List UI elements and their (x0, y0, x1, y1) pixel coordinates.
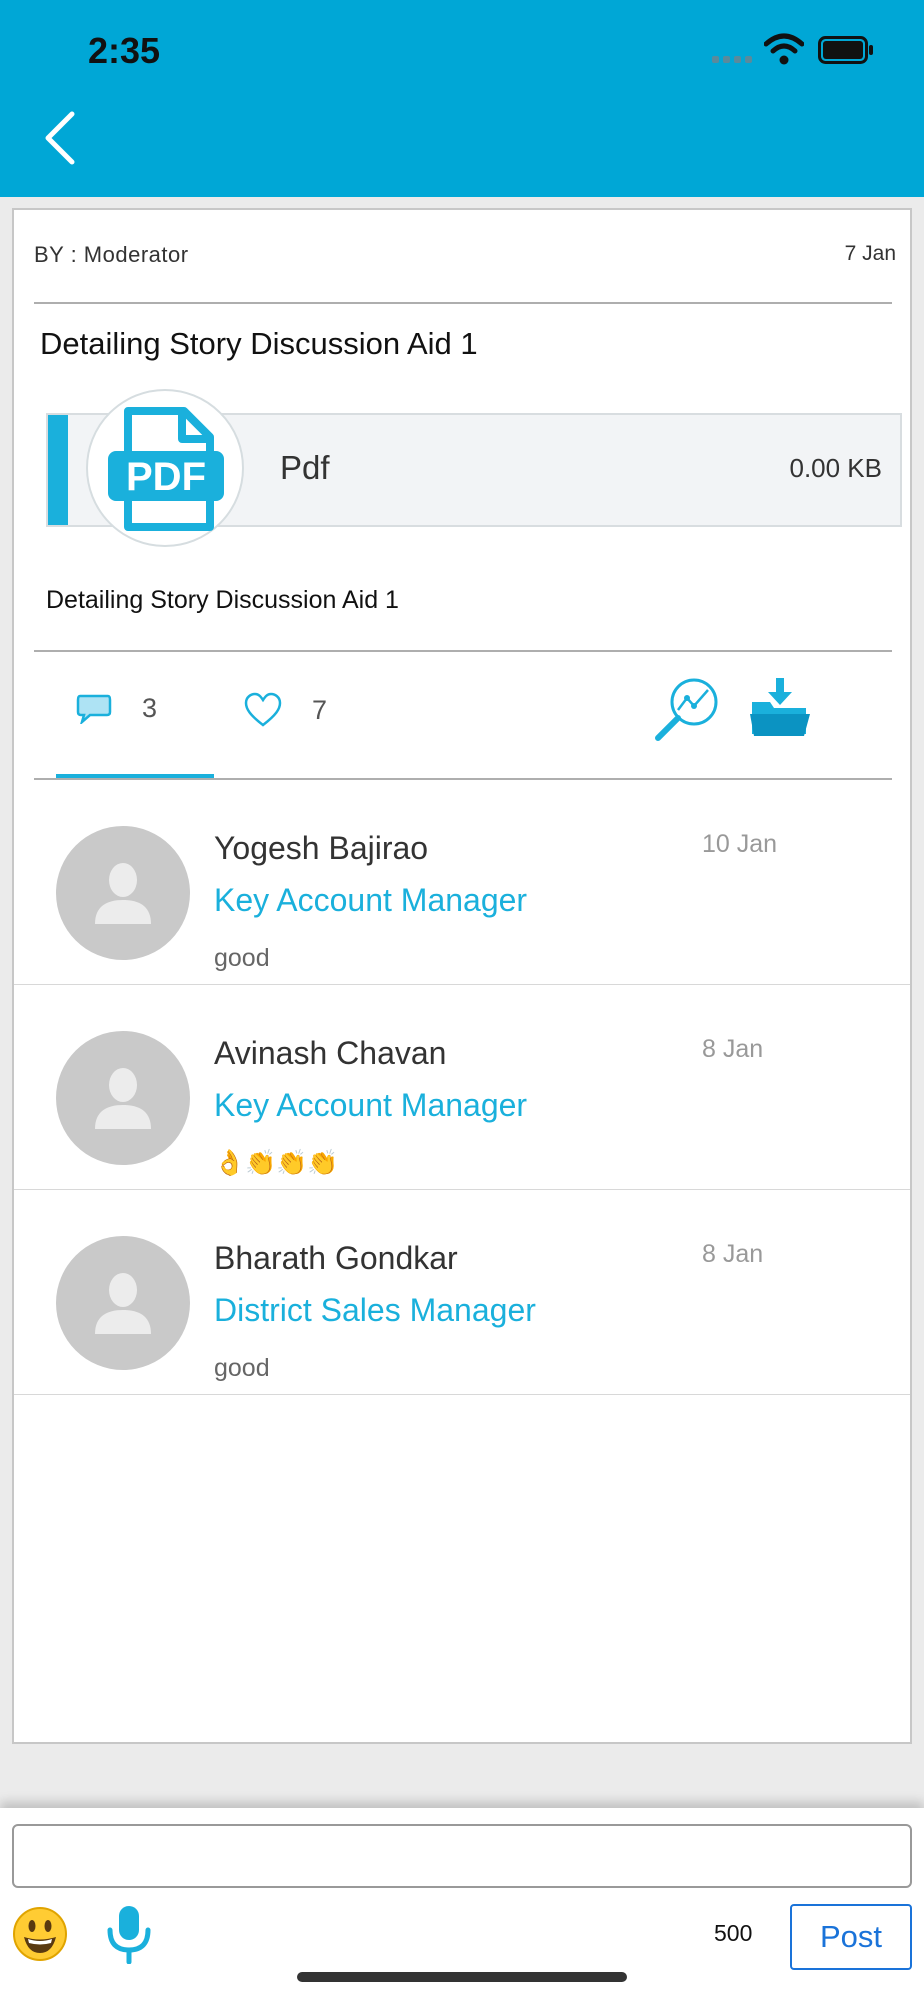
comment-bubble-icon (76, 694, 112, 724)
commenter-role: District Sales Manager (214, 1292, 536, 1328)
user-placeholder-icon (95, 1273, 151, 1334)
cellular-signal-icon (712, 56, 752, 63)
post-card: BY : Moderator 7 Jan Detailing Story Dis… (12, 208, 912, 1744)
comment-date: 10 Jan (702, 830, 778, 858)
character-counter: 500 (714, 1920, 753, 1946)
pdf-file-icon: PDF (108, 407, 224, 531)
smiley-emoji-icon[interactable] (12, 1906, 68, 1962)
commenter-role: Key Account Manager (214, 1087, 528, 1123)
post-description: Detailing Story Discussion Aid 1 (46, 586, 399, 614)
divider (34, 302, 892, 304)
post-button[interactable]: Post (790, 1904, 912, 1970)
pdf-icon-container: PDF (86, 389, 244, 547)
comment-text: good (214, 1354, 270, 1382)
comment-date: 8 Jan (702, 1035, 764, 1063)
comment-item: Yogesh Bajirao Key Account Manager good … (14, 780, 910, 985)
avatar (56, 826, 190, 960)
attachment-size: 0.00 KB (789, 453, 882, 483)
avatar (56, 1236, 190, 1370)
like-count: 7 (312, 694, 328, 725)
download-folder-icon[interactable] (748, 678, 812, 738)
heart-icon (244, 692, 282, 727)
comments-tab[interactable]: 3 (76, 692, 157, 724)
comment-item: Bharath Gondkar District Sales Manager g… (14, 1190, 910, 1395)
post-author: BY : Moderator (34, 242, 189, 267)
commenter-name: Bharath Gondkar (214, 1240, 458, 1276)
wifi-icon (764, 33, 804, 65)
attachment-type: Pdf (280, 449, 330, 486)
pdf-icon-label: PDF (126, 455, 206, 499)
back-arrow-icon[interactable] (42, 108, 82, 168)
analytics-search-icon[interactable] (652, 674, 722, 744)
user-placeholder-icon (95, 863, 151, 924)
app-header: 2:35 (0, 0, 924, 197)
comment-item: Avinash Chavan Key Account Manager 👌👏👏👏 … (14, 985, 910, 1190)
battery-icon (818, 36, 873, 64)
comment-date: 8 Jan (702, 1240, 764, 1268)
pdf-attachment[interactable]: PDF Pdf 0.00 KB (46, 389, 902, 547)
user-placeholder-icon (95, 1068, 151, 1129)
attachment-accent-bar (48, 415, 68, 525)
post-title: Detailing Story Discussion Aid 1 (40, 326, 478, 361)
commenter-role: Key Account Manager (214, 882, 528, 918)
comment-input[interactable] (12, 1824, 912, 1888)
post-actions-row: 3 7 (14, 650, 910, 778)
comment-text: good (214, 944, 270, 972)
home-indicator (297, 1972, 627, 1982)
microphone-icon[interactable] (104, 1904, 154, 1964)
comment-count: 3 (142, 692, 158, 723)
status-time: 2:35 (88, 30, 161, 71)
commenter-name: Avinash Chavan (214, 1035, 447, 1071)
avatar (56, 1031, 190, 1165)
comment-text: 👌👏👏👏 (214, 1149, 339, 1177)
post-date: 7 Jan (844, 242, 896, 265)
commenter-name: Yogesh Bajirao (214, 830, 429, 866)
likes-tab[interactable]: 7 (244, 692, 327, 728)
